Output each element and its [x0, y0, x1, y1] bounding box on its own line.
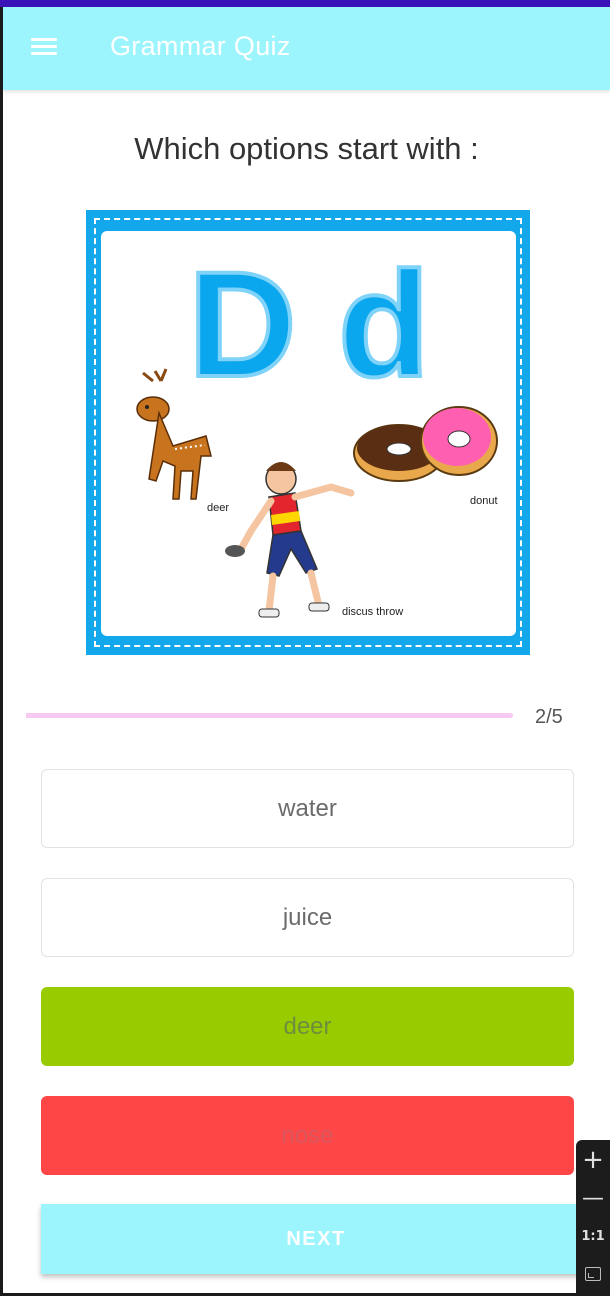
quiz-progress-fill — [26, 713, 221, 718]
quiz-progress-text: 2/5 — [535, 706, 563, 728]
letter-illustration: D d — [136, 238, 498, 618]
zoom-controls: + — 1:1 — [576, 1140, 610, 1296]
option-nose-button[interactable]: nose — [41, 1096, 574, 1175]
zoom-actual-size-button[interactable]: 1:1 — [576, 1218, 610, 1254]
discus-label: discus throw — [342, 606, 404, 618]
option-deer-button[interactable]: deer — [41, 987, 574, 1066]
app-screen: Grammar Quiz Which options start with : … — [3, 7, 610, 1293]
question-image: D d deer donut discus throw — [101, 231, 516, 636]
question-text: Which options start with : — [134, 131, 479, 166]
fit-screen-icon[interactable] — [576, 1256, 610, 1292]
zoom-out-button[interactable]: — — [576, 1180, 610, 1216]
donut-illustration — [353, 406, 498, 482]
hamburger-menu-icon[interactable] — [29, 34, 59, 60]
zoom-in-button[interactable]: + — [576, 1142, 610, 1178]
status-strip — [0, 0, 610, 7]
donut-label: donut — [470, 495, 498, 507]
next-button[interactable]: NEXT — [41, 1204, 591, 1274]
quiz-progress-bar — [26, 713, 513, 718]
app-bar: Grammar Quiz — [3, 7, 610, 90]
letter-dd: D d — [188, 240, 430, 408]
option-juice-button[interactable]: juice — [41, 878, 574, 957]
athlete-illustration — [225, 462, 355, 618]
question-image-card: D d deer donut discus throw — [86, 210, 530, 655]
app-title: Grammar Quiz — [110, 31, 291, 61]
deer-label: deer — [207, 502, 230, 514]
option-water-button[interactable]: water — [41, 769, 574, 848]
